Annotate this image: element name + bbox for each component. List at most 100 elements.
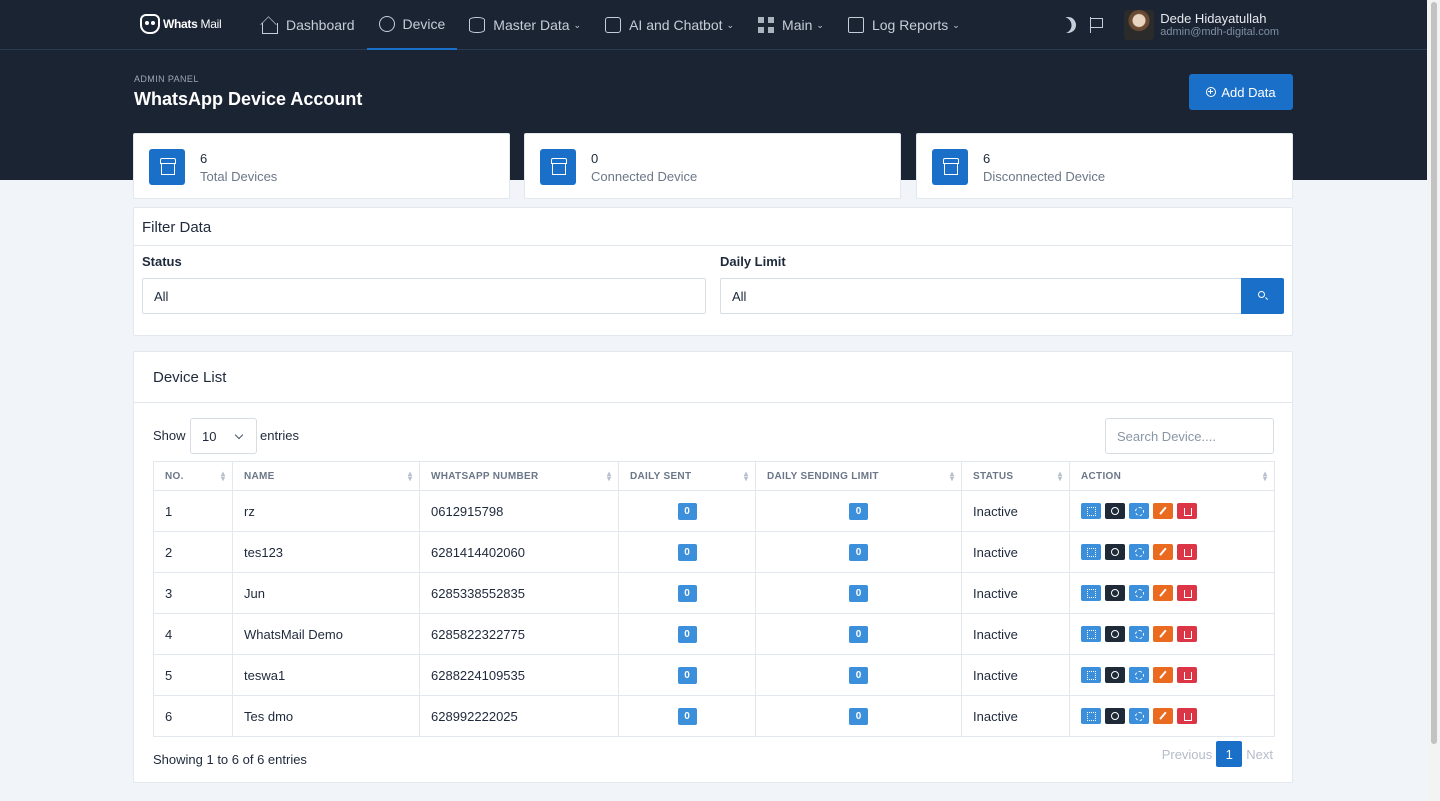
link-button[interactable]	[1105, 503, 1125, 519]
daily-sent-badge: 0	[677, 708, 697, 725]
stat-value: 6	[983, 151, 991, 166]
cell-daily-limit: 0	[755, 572, 962, 614]
cell-daily-sent: 0	[618, 613, 756, 655]
settings-button[interactable]	[1129, 667, 1149, 683]
avatar[interactable]	[1124, 10, 1155, 40]
cell-number: 6285822322775	[419, 613, 619, 655]
daily-limit-select-value: All	[732, 288, 747, 304]
nav-device-label: Device	[402, 16, 446, 32]
table-info: Showing 1 to 6 of 6 entries	[153, 752, 307, 767]
nav-device[interactable]: Device	[366, 0, 458, 50]
flag-icon[interactable]	[1090, 17, 1104, 33]
filter-search-button[interactable]	[1241, 278, 1284, 314]
qr-code-button[interactable]	[1081, 626, 1101, 642]
edit-button[interactable]	[1153, 708, 1173, 724]
status-select-value: All	[154, 288, 169, 304]
link-button[interactable]	[1105, 585, 1125, 601]
page-1-button[interactable]: 1	[1216, 741, 1243, 767]
home-icon	[262, 22, 278, 34]
qr-code-button[interactable]	[1081, 544, 1101, 560]
nav-main[interactable]: Main ⌄	[746, 0, 836, 50]
cell-actions	[1069, 490, 1275, 532]
nav-master-data[interactable]: Master Data ⌄	[457, 0, 593, 50]
col-no[interactable]: NO. ▴ ▾	[153, 461, 233, 491]
logo-icon	[140, 14, 160, 34]
daily-sent-badge: 0	[677, 667, 697, 684]
col-action[interactable]: ACTION ▴ ▾	[1069, 461, 1275, 491]
delete-button[interactable]	[1177, 544, 1197, 560]
nav-dashboard[interactable]: Dashboard	[250, 0, 367, 50]
link-button[interactable]	[1105, 626, 1125, 642]
link-button[interactable]	[1105, 667, 1125, 683]
delete-button[interactable]	[1177, 667, 1197, 683]
stat-card-total: 6 Total Devices	[133, 133, 510, 199]
qr-code-button[interactable]	[1081, 585, 1101, 601]
add-data-button[interactable]: Add Data	[1189, 74, 1293, 110]
cell-number: 0612915798	[419, 490, 619, 532]
table-row: 3 Jun 6285338552835 0 0 Inactive	[153, 572, 1275, 614]
cell-daily-limit: 0	[755, 613, 962, 655]
edit-button[interactable]	[1153, 503, 1173, 519]
nav-log-reports[interactable]: Log Reports ⌄	[836, 0, 972, 50]
delete-button[interactable]	[1177, 503, 1197, 519]
scrollbar-thumb[interactable]	[1431, 2, 1437, 744]
user-name: Dede Hidayatullah	[1160, 11, 1267, 26]
status-select[interactable]: All	[142, 278, 706, 314]
qr-code-button[interactable]	[1081, 667, 1101, 683]
settings-button[interactable]	[1129, 544, 1149, 560]
cell-name: WhatsMail Demo	[232, 613, 420, 655]
link-button[interactable]	[1105, 708, 1125, 724]
edit-button[interactable]	[1153, 585, 1173, 601]
cell-daily-sent: 0	[618, 695, 756, 737]
table-row: 6 Tes dmo 628992222025 0 0 Inactive	[153, 695, 1275, 737]
cell-name: Tes dmo	[232, 695, 420, 737]
settings-button[interactable]	[1129, 626, 1149, 642]
col-daily-limit[interactable]: DAILY SENDING LIMIT ▴ ▾	[755, 461, 962, 491]
sort-icon: ▴ ▾	[1057, 469, 1062, 483]
user-info[interactable]: Dede Hidayatullah admin@mdh-digital.com	[1160, 11, 1279, 39]
edit-button[interactable]	[1153, 667, 1173, 683]
col-name[interactable]: NAME ▴ ▾	[232, 461, 420, 491]
cell-number: 6288224109535	[419, 654, 619, 696]
vertical-scrollbar[interactable]	[1427, 0, 1440, 801]
daily-limit-badge: 0	[849, 503, 868, 520]
previous-page-button[interactable]: Previous	[1162, 747, 1213, 762]
edit-button[interactable]	[1153, 544, 1173, 560]
qr-code-button[interactable]	[1081, 503, 1101, 519]
col-number[interactable]: WHATSAPP NUMBER ▴ ▾	[419, 461, 619, 491]
chevron-down-icon: ⌄	[573, 19, 582, 30]
qr-code-button[interactable]	[1081, 708, 1101, 724]
page-length-select[interactable]: 10	[190, 418, 257, 454]
nav-ai-chatbot[interactable]: AI and Chatbot ⌄	[593, 0, 746, 50]
cell-no: 6	[153, 695, 233, 737]
stat-card-connected: 0 Connected Device	[524, 133, 901, 199]
settings-button[interactable]	[1129, 708, 1149, 724]
nav-dashboard-label: Dashboard	[286, 17, 355, 33]
dark-mode-icon[interactable]	[1057, 14, 1079, 36]
daily-sent-badge: 0	[677, 544, 697, 561]
cell-status: Inactive	[961, 613, 1070, 655]
edit-button[interactable]	[1153, 626, 1173, 642]
next-page-button[interactable]: Next	[1246, 747, 1273, 762]
settings-button[interactable]	[1129, 585, 1149, 601]
plus-circle-icon	[1206, 87, 1217, 97]
whatsmail-logo[interactable]: Whats Mail	[140, 14, 222, 34]
search-device-input[interactable]	[1105, 418, 1274, 454]
daily-limit-select[interactable]: All	[720, 278, 1242, 314]
cell-actions	[1069, 613, 1275, 655]
nav-ai-chatbot-label: AI and Chatbot	[629, 17, 723, 33]
col-status-label: STATUS	[973, 470, 1014, 482]
sort-icon: ▴ ▾	[949, 469, 954, 483]
cell-name: tes123	[232, 531, 420, 573]
settings-button[interactable]	[1129, 503, 1149, 519]
delete-button[interactable]	[1177, 585, 1197, 601]
cell-no: 4	[153, 613, 233, 655]
delete-button[interactable]	[1177, 708, 1197, 724]
cell-name: Jun	[232, 572, 420, 614]
daily-sent-badge: 0	[677, 585, 697, 602]
delete-button[interactable]	[1177, 626, 1197, 642]
col-status[interactable]: STATUS ▴ ▾	[961, 461, 1070, 491]
col-daily-sent[interactable]: DAILY SENT ▴ ▾	[618, 461, 756, 491]
link-button[interactable]	[1105, 544, 1125, 560]
sort-icon: ▴ ▾	[407, 469, 412, 483]
